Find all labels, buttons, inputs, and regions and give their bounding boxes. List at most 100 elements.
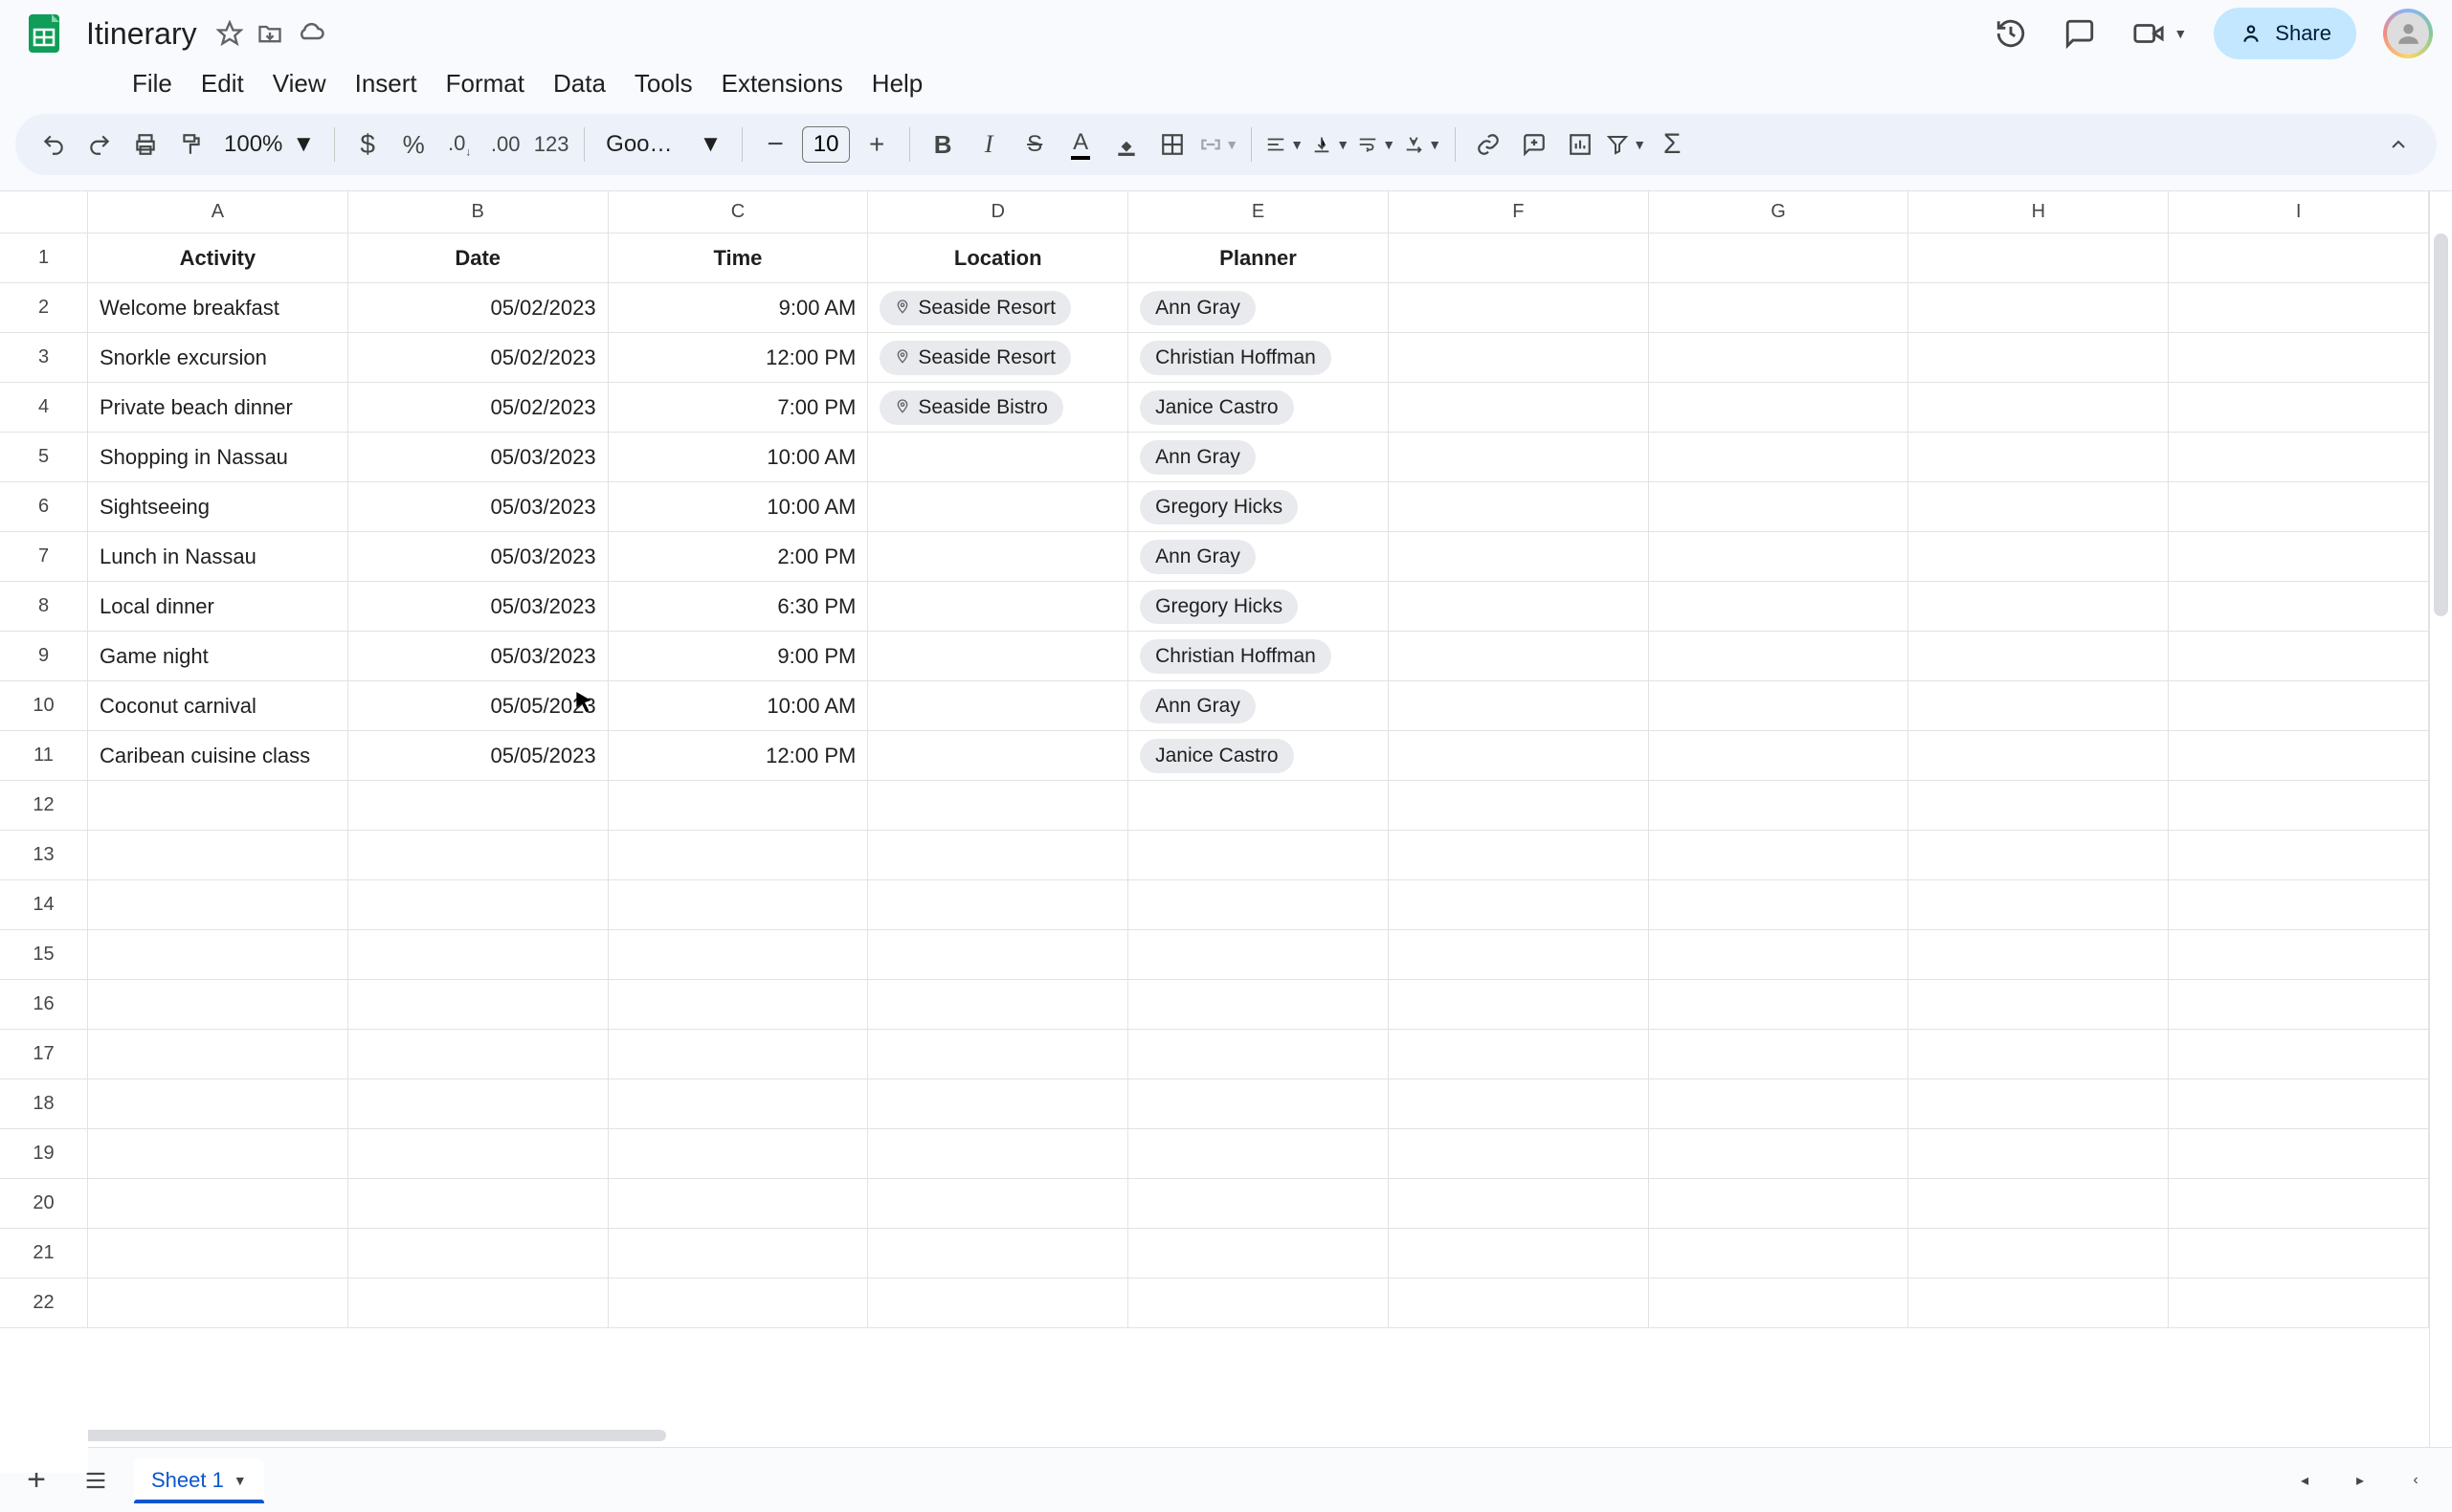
cell[interactable]	[868, 1129, 1128, 1179]
cell[interactable]	[1128, 781, 1389, 831]
row-header-20[interactable]: 20	[0, 1179, 88, 1229]
comment-icon[interactable]	[2059, 12, 2101, 55]
cell[interactable]: Seaside Bistro	[868, 383, 1128, 433]
cell[interactable]	[609, 1279, 869, 1328]
cell[interactable]	[1128, 831, 1389, 880]
select-all-corner[interactable]	[0, 191, 88, 233]
cell[interactable]	[1389, 1279, 1649, 1328]
cell[interactable]	[88, 880, 348, 930]
cell[interactable]	[1908, 980, 2169, 1030]
cell[interactable]: Lunch in Nassau	[88, 532, 348, 582]
cell[interactable]: Caribean cuisine class	[88, 731, 348, 781]
cell[interactable]	[1389, 532, 1649, 582]
currency-button[interactable]: $	[346, 123, 389, 166]
row-header-9[interactable]: 9	[0, 632, 88, 681]
decrease-decimal-button[interactable]: .0↓	[438, 123, 480, 166]
undo-button[interactable]	[33, 123, 75, 166]
cell[interactable]	[868, 781, 1128, 831]
cell[interactable]	[2169, 283, 2429, 333]
column-header-F[interactable]: F	[1389, 191, 1649, 233]
cell[interactable]: Gregory Hicks	[1128, 582, 1389, 632]
account-avatar[interactable]	[2383, 9, 2433, 58]
cell[interactable]	[1649, 731, 1909, 781]
cell[interactable]	[2169, 1179, 2429, 1229]
cell[interactable]	[1128, 1179, 1389, 1229]
menu-extensions[interactable]: Extensions	[708, 63, 857, 104]
cell[interactable]	[1389, 582, 1649, 632]
row-header-7[interactable]: 7	[0, 532, 88, 582]
cell[interactable]	[88, 781, 348, 831]
cell[interactable]	[2169, 731, 2429, 781]
cell[interactable]	[868, 433, 1128, 482]
cell[interactable]	[88, 1079, 348, 1129]
cell[interactable]: 12:00 PM	[609, 333, 869, 383]
menu-edit[interactable]: Edit	[188, 63, 257, 104]
text-rotation-button[interactable]: ▼	[1401, 123, 1443, 166]
text-color-button[interactable]: A	[1059, 123, 1102, 166]
cell[interactable]	[2169, 482, 2429, 532]
row-header-18[interactable]: 18	[0, 1079, 88, 1129]
menu-format[interactable]: Format	[433, 63, 538, 104]
cell[interactable]	[1908, 482, 2169, 532]
column-header-G[interactable]: G	[1649, 191, 1909, 233]
borders-button[interactable]	[1151, 123, 1193, 166]
row-header-10[interactable]: 10	[0, 681, 88, 731]
more-formats-button[interactable]: 123	[530, 123, 572, 166]
cell[interactable]: Seaside Resort	[868, 283, 1128, 333]
cell[interactable]: Ann Gray	[1128, 283, 1389, 333]
percent-button[interactable]: %	[392, 123, 435, 166]
fill-color-button[interactable]	[1105, 123, 1148, 166]
cell[interactable]: Shopping in Nassau	[88, 433, 348, 482]
star-icon[interactable]	[216, 20, 243, 47]
zoom-select[interactable]: 100%▼	[216, 131, 323, 158]
cell[interactable]: Welcome breakfast	[88, 283, 348, 333]
scroll-tabs-left-button[interactable]: ◂	[2284, 1459, 2326, 1501]
cell[interactable]	[1649, 681, 1909, 731]
cell[interactable]: Activity	[88, 233, 348, 283]
column-header-A[interactable]: A	[88, 191, 348, 233]
share-button[interactable]: Share	[2214, 8, 2356, 59]
cell[interactable]	[2169, 532, 2429, 582]
cell[interactable]: Planner	[1128, 233, 1389, 283]
column-header-B[interactable]: B	[348, 191, 609, 233]
cell[interactable]	[1649, 582, 1909, 632]
text-wrap-button[interactable]: ▼	[1355, 123, 1397, 166]
cell[interactable]: Ann Gray	[1128, 433, 1389, 482]
cell[interactable]	[2169, 632, 2429, 681]
cell[interactable]: Janice Castro	[1128, 731, 1389, 781]
cell[interactable]: 2:00 PM	[609, 532, 869, 582]
cell[interactable]	[88, 1179, 348, 1229]
decrease-font-button[interactable]: −	[754, 123, 796, 166]
cell[interactable]: 6:30 PM	[609, 582, 869, 632]
cell[interactable]	[868, 681, 1128, 731]
cell[interactable]: Gregory Hicks	[1128, 482, 1389, 532]
cell[interactable]	[868, 532, 1128, 582]
cell[interactable]	[868, 880, 1128, 930]
cell[interactable]	[1128, 980, 1389, 1030]
cell[interactable]	[1908, 582, 2169, 632]
cell[interactable]	[2169, 1129, 2429, 1179]
cell[interactable]	[609, 930, 869, 980]
cell[interactable]	[1908, 433, 2169, 482]
cell[interactable]	[348, 1229, 609, 1279]
cell[interactable]	[1908, 781, 2169, 831]
cell[interactable]	[609, 880, 869, 930]
cell[interactable]: 05/02/2023	[348, 383, 609, 433]
vertical-align-button[interactable]: ▼	[1309, 123, 1351, 166]
cell[interactable]: Local dinner	[88, 582, 348, 632]
cell[interactable]	[1908, 930, 2169, 980]
row-header-3[interactable]: 3	[0, 333, 88, 383]
cell[interactable]	[348, 781, 609, 831]
cell[interactable]	[868, 731, 1128, 781]
menu-view[interactable]: View	[259, 63, 340, 104]
cell[interactable]	[868, 482, 1128, 532]
cell[interactable]	[1128, 1129, 1389, 1179]
cell[interactable]: 10:00 AM	[609, 482, 869, 532]
cell[interactable]	[609, 1079, 869, 1129]
cell[interactable]	[88, 1229, 348, 1279]
cell[interactable]	[868, 582, 1128, 632]
spreadsheet-grid[interactable]: ABCDEFGHI 123456789101112131415161718192…	[0, 190, 2452, 1473]
cell[interactable]	[1908, 383, 2169, 433]
sheets-logo[interactable]	[19, 9, 69, 58]
cell[interactable]	[1908, 333, 2169, 383]
